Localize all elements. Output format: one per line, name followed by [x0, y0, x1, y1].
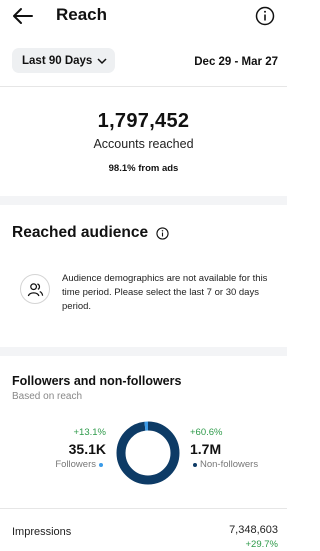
non-followers-value: 1.7M — [190, 441, 222, 457]
audience-unavailable-message: Audience demographics are not available … — [62, 273, 268, 312]
followers-legend-dot — [99, 463, 103, 467]
divider — [0, 508, 287, 509]
followers-section-title: Followers and non-followers — [12, 374, 182, 388]
non-followers-legend: Non-followers — [190, 458, 280, 472]
section-separator — [0, 347, 287, 356]
reached-audience-title: Reached audience — [12, 224, 149, 241]
impressions-value: 7,348,603 — [229, 524, 278, 536]
page-title: Reach — [56, 5, 108, 24]
people-icon — [27, 283, 44, 297]
non-followers-legend-dot — [193, 463, 197, 467]
audience-unavailable-notice: Audience demographics are not available … — [20, 268, 280, 340]
date-range-row: Last 90 Days Dec 29 - Mar 27 — [0, 46, 287, 76]
followers-value: 35.1K — [68, 441, 106, 457]
followers-change: +13.1% — [73, 427, 107, 438]
reach-summary: 1,797,452 Accounts reached 98.1% from ad… — [0, 96, 287, 196]
non-followers-label: Non-followers — [200, 459, 259, 470]
followers-legend: Followers — [40, 458, 106, 472]
info-icon[interactable] — [255, 6, 275, 26]
followers-section-subtitle: Based on reach — [12, 391, 83, 402]
audience-icon-circle — [20, 274, 50, 304]
section-separator — [0, 196, 287, 205]
non-followers-change: +60.6% — [190, 427, 223, 438]
followers-label: Followers — [55, 459, 96, 470]
chevron-down-icon — [97, 57, 107, 64]
reached-audience-heading: Reached audience — [12, 224, 169, 242]
date-range-label: Last 90 Days — [22, 54, 93, 67]
non-followers-stats: +60.6% 1.7M Non-followers — [190, 426, 280, 472]
impressions-label: Impressions — [12, 526, 72, 538]
back-arrow-icon[interactable] — [10, 6, 34, 26]
date-range-text: Dec 29 - Mar 27 — [194, 56, 278, 68]
date-range-dropdown[interactable]: Last 90 Days — [12, 48, 116, 73]
top-bar: Reach — [0, 0, 287, 34]
impressions-change: +29.7% — [245, 539, 279, 550]
accounts-reached-label: Accounts reached — [93, 137, 194, 151]
followers-donut-chart — [116, 421, 180, 485]
divider — [0, 86, 287, 87]
followers-stats: +13.1% 35.1K Followers — [40, 426, 106, 472]
info-icon[interactable] — [156, 226, 169, 240]
ads-share-text: 98.1% from ads — [108, 163, 179, 174]
accounts-reached-value: 1,797,452 — [97, 110, 190, 132]
donut-segment-non-followers — [116, 421, 180, 485]
